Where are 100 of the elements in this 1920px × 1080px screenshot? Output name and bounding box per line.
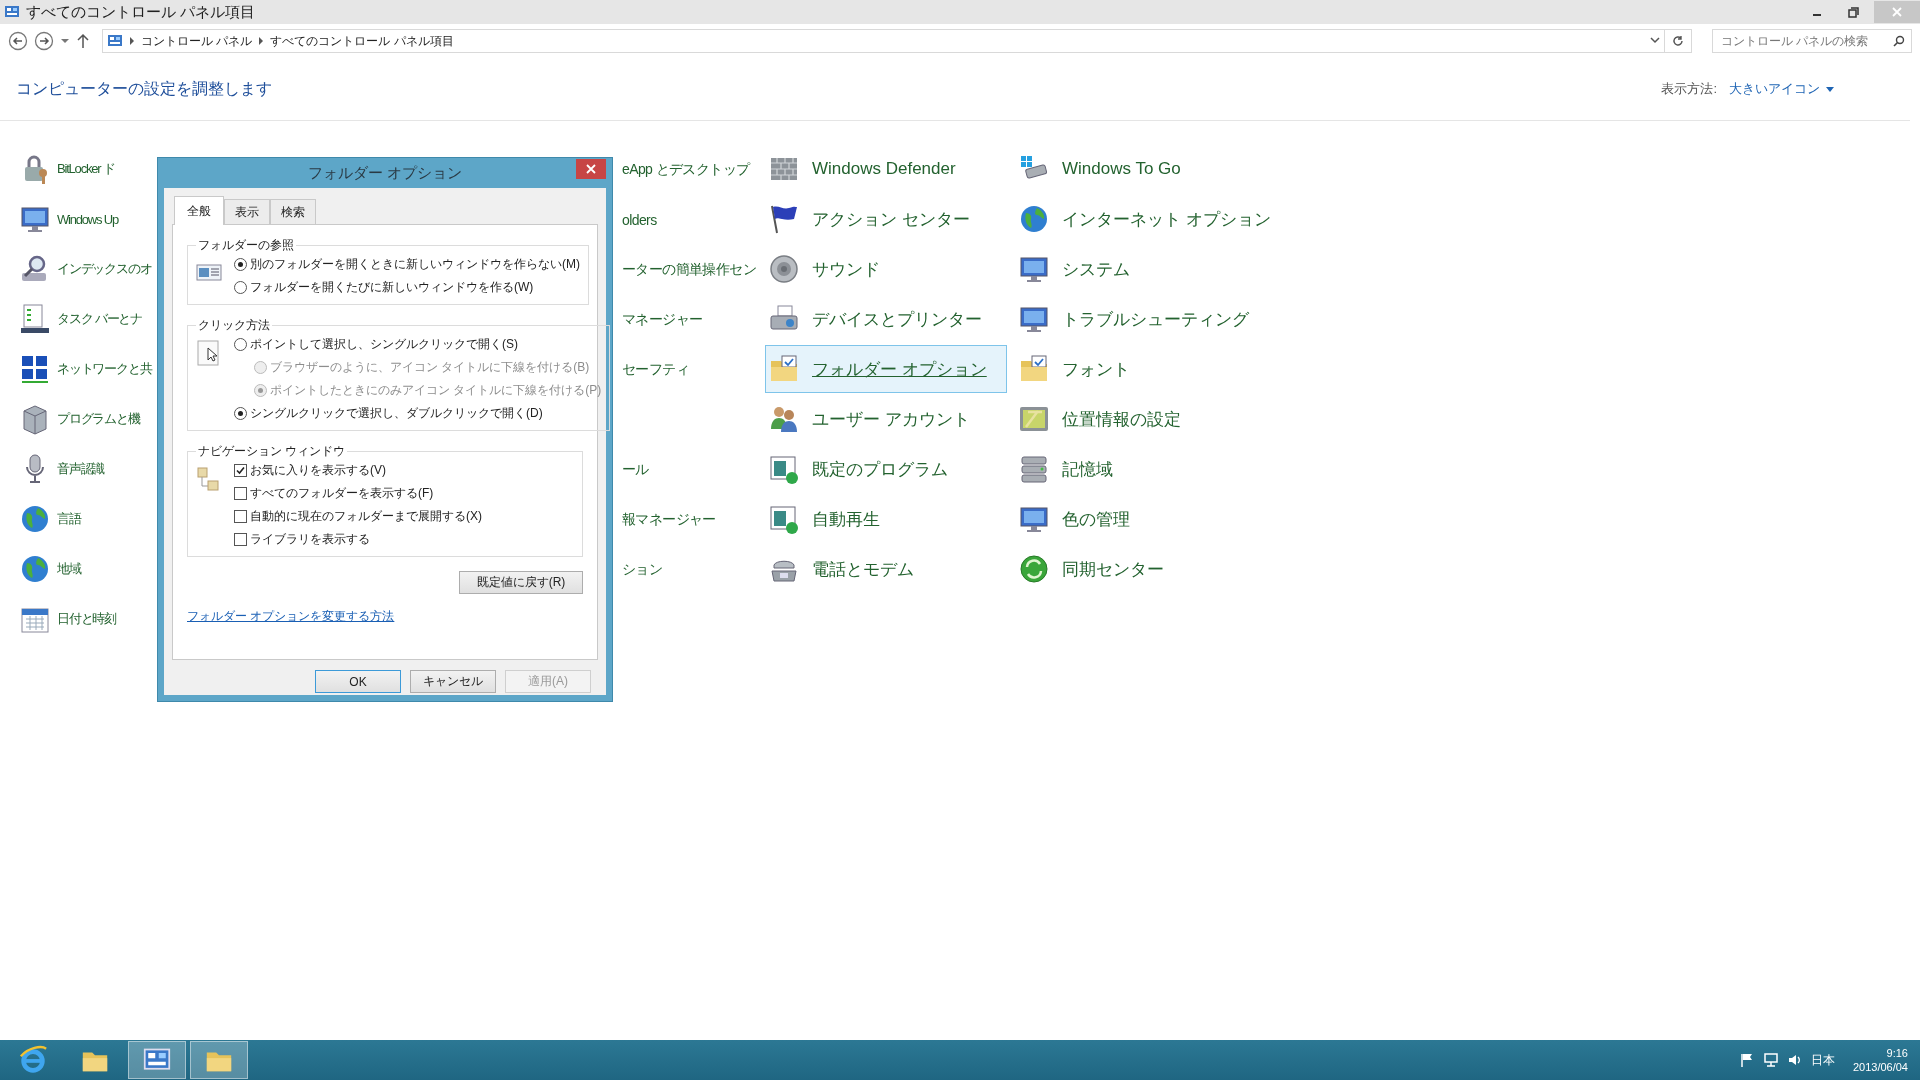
dialog-button[interactable]: OK (315, 670, 401, 693)
refresh-icon (1672, 35, 1684, 47)
checkbox-option[interactable]: ライブラリを表示する (234, 531, 482, 548)
checkbox[interactable] (234, 464, 247, 477)
control-panel-item[interactable]: Windows Defender (765, 145, 1007, 193)
control-panel-icon (107, 33, 123, 49)
radio-button[interactable] (234, 258, 247, 271)
control-panel-item[interactable]: トラブルシューティング (1015, 295, 1257, 343)
folder-tree-icon (196, 466, 222, 492)
control-panel-item[interactable]: インデックスのオ (14, 245, 153, 293)
item-label[interactable]: ーターの簡単操作セン (622, 261, 756, 279)
checkbox-option[interactable]: お気に入りを表示する(V) (234, 462, 482, 479)
item-label[interactable]: eApp とデスクトップ (622, 161, 750, 179)
control-panel-item[interactable]: インターネット オプション (1015, 195, 1272, 243)
taskbar-button[interactable] (190, 1041, 248, 1079)
search-field[interactable]: コントロール パネルの検索 (1712, 29, 1912, 53)
control-panel-item[interactable]: システム (1015, 245, 1257, 293)
window-title: すべてのコントロール パネル項目 (26, 2, 257, 22)
control-panel-item[interactable]: 日付と時刻 (14, 595, 117, 643)
dialog-button[interactable]: キャンセル (410, 670, 496, 693)
window-icon (768, 503, 800, 535)
forward-icon[interactable] (34, 31, 54, 51)
checkbox-option[interactable]: すべてのフォルダーを表示する(F) (234, 485, 482, 502)
control-panel-item[interactable]: ネットワークと共 (14, 345, 153, 393)
flag-icon[interactable] (1738, 1052, 1755, 1068)
control-panel-item[interactable]: 位置情報の設定 (1015, 395, 1257, 443)
chevron-icon (129, 37, 135, 45)
network-icon[interactable] (1762, 1052, 1779, 1068)
search-icon[interactable] (1893, 35, 1905, 47)
radio-option[interactable]: シングルクリックで選択し、ダブルクリックで開く(D) (234, 405, 602, 422)
globe-icon (1018, 203, 1050, 235)
back-icon[interactable] (8, 31, 28, 51)
checkbox-option[interactable]: 自動的に現在のフォルダーまで展開する(X) (234, 508, 482, 525)
item-label[interactable]: ール (622, 461, 649, 479)
refresh-button[interactable] (1665, 29, 1692, 53)
checkbox[interactable] (234, 510, 247, 523)
checkbox[interactable] (234, 487, 247, 500)
radio-option[interactable]: フォルダーを開くたびに新しいウィンドウを作る(W) (234, 279, 580, 296)
dropdown-icon[interactable] (1650, 37, 1660, 45)
view-dropdown[interactable]: 大きいアイコン (1729, 80, 1834, 98)
breadcrumb[interactable]: すべてのコントロール パネル項目 (270, 32, 454, 50)
checkmark-icon (236, 466, 245, 475)
control-panel-item[interactable]: 言語 (14, 495, 82, 543)
control-panel-item[interactable]: 記憶域 (1015, 445, 1257, 493)
sync-icon (1018, 553, 1050, 585)
flag-icon (768, 203, 800, 235)
control-panel-item[interactable]: プログラムと機 (14, 395, 141, 443)
control-panel-item[interactable]: ユーザー アカウント (765, 395, 1007, 443)
caret-icon[interactable] (60, 36, 70, 46)
radio-button[interactable] (234, 407, 247, 420)
item-label[interactable]: マネージャー (622, 311, 703, 329)
chevron-icon (258, 37, 265, 45)
tab[interactable]: 表示 (224, 199, 270, 224)
taskbar-icon (19, 303, 51, 335)
group-label: フォルダーの参照 (197, 237, 295, 254)
radio-button[interactable] (234, 281, 247, 294)
control-panel-item[interactable]: 同期センター (1015, 545, 1257, 593)
disks-icon (1018, 453, 1050, 485)
control-panel-icon (4, 4, 20, 20)
network-icon (19, 353, 51, 385)
control-panel-item[interactable]: Windows Up (14, 195, 119, 243)
item-label[interactable]: セーフティ (622, 361, 689, 379)
control-panel-item[interactable]: アクション センター (765, 195, 1007, 243)
radio-option[interactable]: 別のフォルダーを開くときに新しいウィンドウを作らない(M) (234, 256, 580, 273)
tab[interactable]: 全般 (174, 196, 224, 225)
item-label[interactable]: 報マネージャー (622, 511, 716, 529)
checkbox[interactable] (234, 533, 247, 546)
restore-defaults-button[interactable]: 既定値に戻す(R) (459, 571, 583, 594)
control-panel-item[interactable]: サウンド (765, 245, 1007, 293)
language-indicator[interactable]: 日本 (1810, 1051, 1835, 1069)
control-panel-item[interactable]: フォルダー オプション (765, 345, 1007, 393)
address-bar[interactable]: コントロール パネル すべてのコントロール パネル項目 (102, 29, 1665, 53)
clock[interactable]: 9:16 2013/06/04 (1852, 1046, 1908, 1074)
radio-button[interactable] (234, 338, 247, 351)
restore-icon (1847, 6, 1859, 18)
minimize-icon (1813, 14, 1821, 16)
taskbar-button[interactable] (128, 1041, 186, 1079)
control-panel-item[interactable]: BitLocker ド (14, 145, 116, 193)
control-panel-item[interactable]: デバイスとプリンター (765, 295, 1007, 343)
tab[interactable]: 検索 (270, 199, 316, 224)
group-label: ナビゲーション ウィンドウ (197, 443, 347, 460)
up-arrow-icon[interactable] (76, 33, 90, 49)
control-panel-item[interactable]: 電話とモデム (765, 545, 1007, 593)
control-panel-item[interactable]: 音声認識 (14, 445, 106, 493)
help-link[interactable]: フォルダー オプションを変更する方法 (187, 608, 395, 625)
cursor-icon (196, 340, 222, 366)
breadcrumb[interactable]: コントロール パネル (141, 32, 253, 50)
control-panel-item[interactable]: 自動再生 (765, 495, 1007, 543)
group-label: クリック方法 (197, 317, 271, 334)
control-panel-item[interactable]: 既定のプログラム (765, 445, 1007, 493)
control-panel-item[interactable]: 地域 (14, 545, 82, 593)
radio-option[interactable]: ポイントして選択し、シングルクリックで開く(S) (234, 336, 602, 353)
item-label[interactable]: ション (622, 561, 663, 579)
item-label[interactable]: olders (622, 212, 657, 228)
close-button[interactable] (576, 159, 606, 179)
speaker-icon[interactable] (1786, 1052, 1803, 1068)
control-panel-item[interactable]: フォント (1015, 345, 1257, 393)
control-panel-item[interactable]: タスク バーとナ (14, 295, 143, 343)
control-panel-item[interactable]: 色の管理 (1015, 495, 1257, 543)
control-panel-item[interactable]: Windows To Go (1015, 145, 1257, 193)
